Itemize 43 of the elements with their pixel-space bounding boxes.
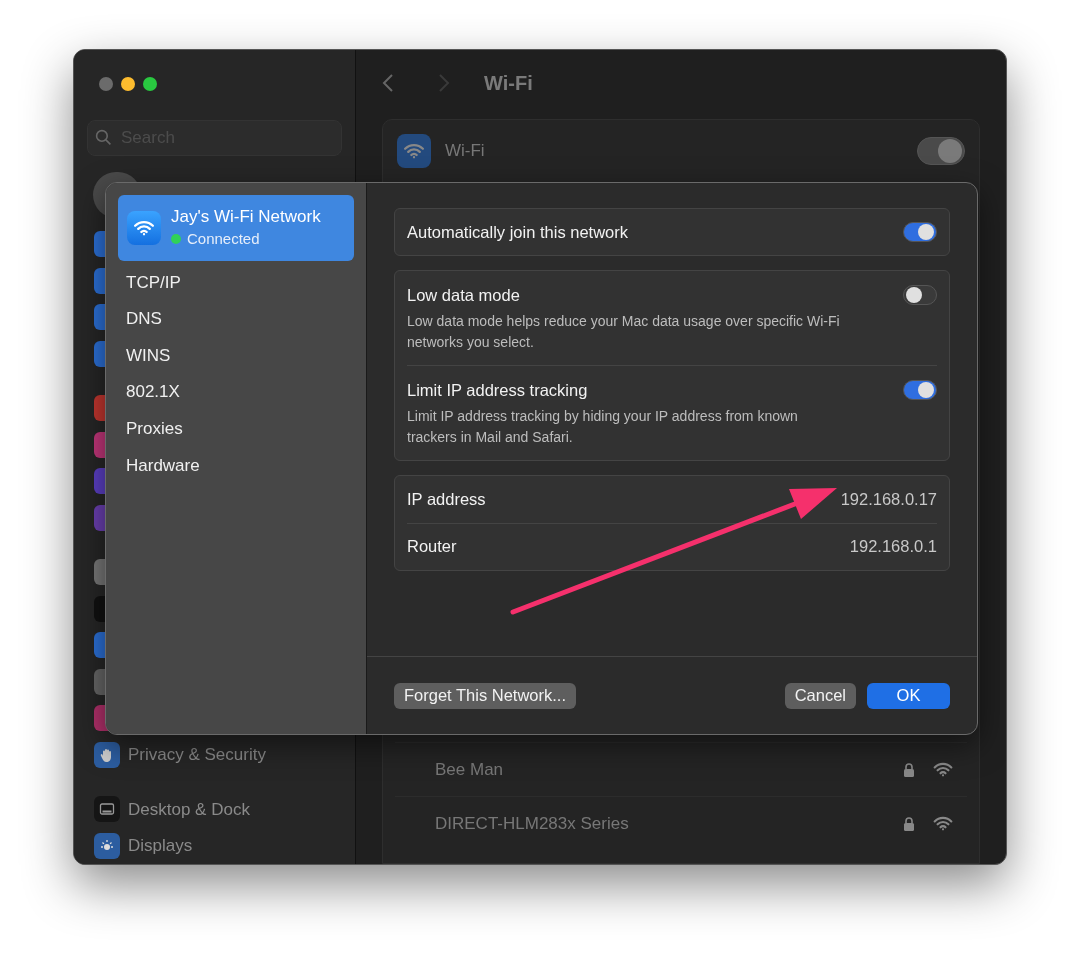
network-row[interactable]: DIRECT-HLM283x Series (395, 796, 967, 850)
toggle-switch[interactable] (903, 379, 937, 400)
minimize-window-button[interactable] (121, 77, 135, 91)
setting-description: Limit IP address tracking by hiding your IP address from known trackers in Mail and Safari. (407, 406, 799, 447)
toggle-switch[interactable] (903, 222, 937, 242)
wifi-signal-icon (933, 762, 953, 777)
dock-icon (94, 796, 120, 823)
sheet-tab[interactable]: DNS (118, 300, 354, 338)
page-title: Wi-Fi (484, 71, 533, 96)
wifi-icon (403, 143, 425, 159)
wifi-label: Wi-Fi (445, 140, 486, 163)
sheet-tab[interactable]: TCP/IP (118, 264, 354, 301)
network-row[interactable]: Bee Man (395, 742, 967, 796)
sheet-tab[interactable]: 802.1X (118, 373, 354, 411)
zoom-window-button[interactable] (143, 77, 157, 91)
forget-network-button[interactable]: Forget This Network... (394, 682, 576, 709)
network-item[interactable]: Jay's Wi-Fi Network Connected (118, 195, 354, 261)
sheet-tab[interactable]: Proxies (118, 410, 354, 447)
sidebar-item[interactable]: Displays (87, 827, 342, 864)
info-label: IP address (407, 488, 487, 510)
sidebar-item[interactable]: Privacy & Security (87, 736, 342, 773)
info-value: 192.168.0.17 (840, 488, 937, 510)
setting-label: Low data mode (407, 285, 521, 306)
info-value: 192.168.0.1 (849, 536, 937, 558)
wifi-icon (133, 220, 155, 236)
setting-description: Low data mode helps reduce your Mac data usage over specific Wi-Fi networks you select. (407, 311, 841, 352)
search-icon (95, 129, 112, 146)
setting-label: Limit IP address tracking (407, 379, 589, 401)
info-label: Router (407, 536, 458, 558)
setting-label: Automatically join this network (407, 221, 629, 243)
sidebar-item[interactable]: Desktop & Dock (87, 791, 342, 828)
sheet-tab[interactable]: WINS (118, 337, 354, 374)
sun-icon (94, 832, 120, 859)
back-icon[interactable] (382, 73, 394, 93)
hand-icon (94, 741, 120, 768)
close-window-button[interactable] (99, 77, 113, 91)
cancel-button[interactable]: Cancel (784, 682, 856, 709)
toggle-switch[interactable] (917, 137, 965, 165)
ok-button[interactable]: OK (867, 682, 950, 709)
status-text: Connected (187, 228, 260, 249)
sheet-tab[interactable]: Hardware (118, 446, 354, 484)
wifi-signal-icon (933, 816, 953, 831)
toggle-switch[interactable] (903, 285, 937, 305)
